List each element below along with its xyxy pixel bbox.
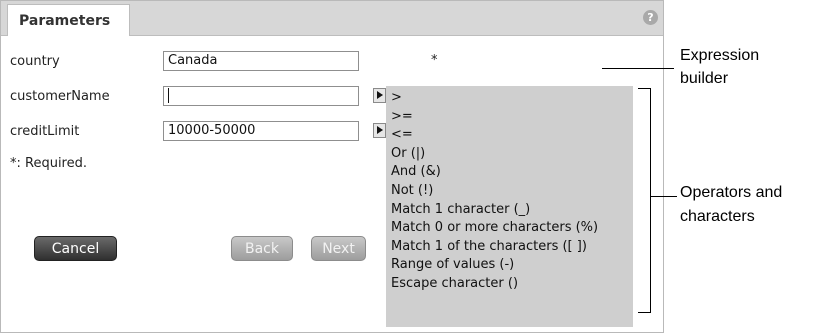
customername-input[interactable] xyxy=(163,86,359,106)
required-note: *: Required. xyxy=(10,156,88,171)
menu-item-greater-than[interactable]: > xyxy=(386,89,633,108)
operators-callout-line1: Operators and xyxy=(680,184,783,201)
operators-bracket-top xyxy=(638,88,651,89)
menu-item-or[interactable]: Or (|) xyxy=(386,145,633,164)
operators-leader-line xyxy=(651,196,677,197)
operators-bracket-vertical xyxy=(650,88,651,313)
next-button[interactable]: Next xyxy=(311,236,366,261)
menu-item-match-one-of-characters[interactable]: Match 1 of the characters ([ ]) xyxy=(386,238,633,257)
menu-item-less-equal[interactable]: <= xyxy=(386,126,633,145)
parameters-dialog: Parameters ? country Canada * customerNa… xyxy=(0,0,664,333)
customername-label: customerName xyxy=(10,89,110,104)
menu-item-escape-character[interactable]: Escape character () xyxy=(386,275,633,294)
creditlimit-input[interactable]: 10000-50000 xyxy=(163,121,359,141)
menu-item-match-zero-or-more[interactable]: Match 0 or more characters (%) xyxy=(386,219,633,238)
menu-item-range-of-values[interactable]: Range of values (-) xyxy=(386,256,633,275)
required-asterisk: * xyxy=(431,53,438,68)
expression-builder-callout-line2: builder xyxy=(680,70,729,87)
help-icon[interactable]: ? xyxy=(643,10,658,25)
menu-item-not[interactable]: Not (!) xyxy=(386,182,633,201)
back-button[interactable]: Back xyxy=(231,236,293,261)
customername-expression-builder-button[interactable] xyxy=(373,88,386,103)
operators-callout-line2: characters xyxy=(680,208,755,225)
tab-parameters[interactable]: Parameters xyxy=(7,4,130,36)
country-label: country xyxy=(10,54,60,69)
menu-item-and[interactable]: And (&) xyxy=(386,163,633,182)
cancel-button[interactable]: Cancel xyxy=(34,236,117,261)
expression-builder-callout-line1: Expression xyxy=(680,47,760,64)
operators-menu: > >= <= Or (|) And (&) Not (!) Match 1 c… xyxy=(386,86,633,327)
creditlimit-expression-builder-button[interactable] xyxy=(373,123,386,138)
menu-item-match-one-character[interactable]: Match 1 character (_) xyxy=(386,201,633,220)
country-input[interactable]: Canada xyxy=(163,51,359,71)
text-cursor xyxy=(168,88,169,103)
operators-bracket-bottom xyxy=(638,312,651,313)
creditlimit-label: creditLimit xyxy=(10,124,80,139)
menu-item-greater-equal[interactable]: >= xyxy=(386,108,633,127)
expression-builder-leader-line xyxy=(602,68,674,69)
